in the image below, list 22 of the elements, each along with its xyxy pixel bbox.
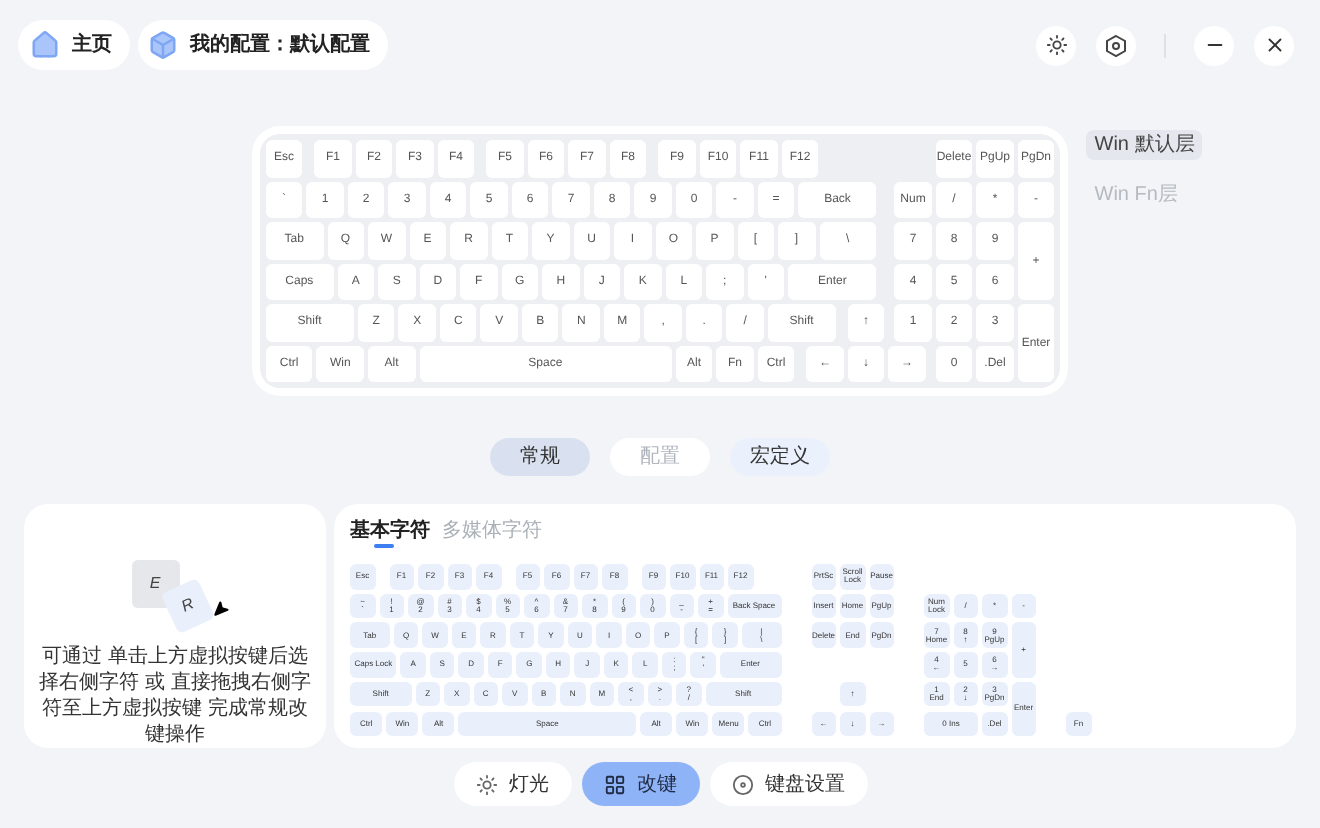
toolbar-button[interactable]: 改键 <box>581 762 699 806</box>
disc-icon <box>731 773 753 795</box>
close-button[interactable] <box>1254 25 1294 65</box>
mode-tab[interactable]: 常规 <box>490 438 590 476</box>
settings-icon <box>1104 33 1128 57</box>
cursor-icon <box>211 600 229 618</box>
hint-text: 可通过 单击上方虚拟按键后选择右侧字符 或 直接拖拽右侧字符至上方虚拟按键 完成常规改键操作 <box>37 644 313 748</box>
settings-button[interactable] <box>1096 25 1136 65</box>
toolbar-button[interactable]: 灯光 <box>453 762 571 806</box>
mode-tab[interactable]: 宏定义 <box>730 438 830 476</box>
brightness-button[interactable] <box>1036 25 1076 65</box>
home-button[interactable]: 主页 <box>18 20 130 70</box>
layer-button[interactable]: Win 默认层 <box>1086 130 1203 160</box>
profile-button[interactable]: 我的配置：默认配置 <box>138 20 388 70</box>
house-icon <box>30 30 60 60</box>
sun-icon <box>475 773 497 795</box>
close-icon <box>1263 34 1285 56</box>
sun-icon <box>1045 34 1067 56</box>
toolbar-button[interactable]: 键盘设置 <box>709 762 867 806</box>
grid-icon <box>603 773 625 795</box>
cube-icon <box>148 30 178 60</box>
character-tab[interactable]: 基本字符 <box>350 520 430 544</box>
